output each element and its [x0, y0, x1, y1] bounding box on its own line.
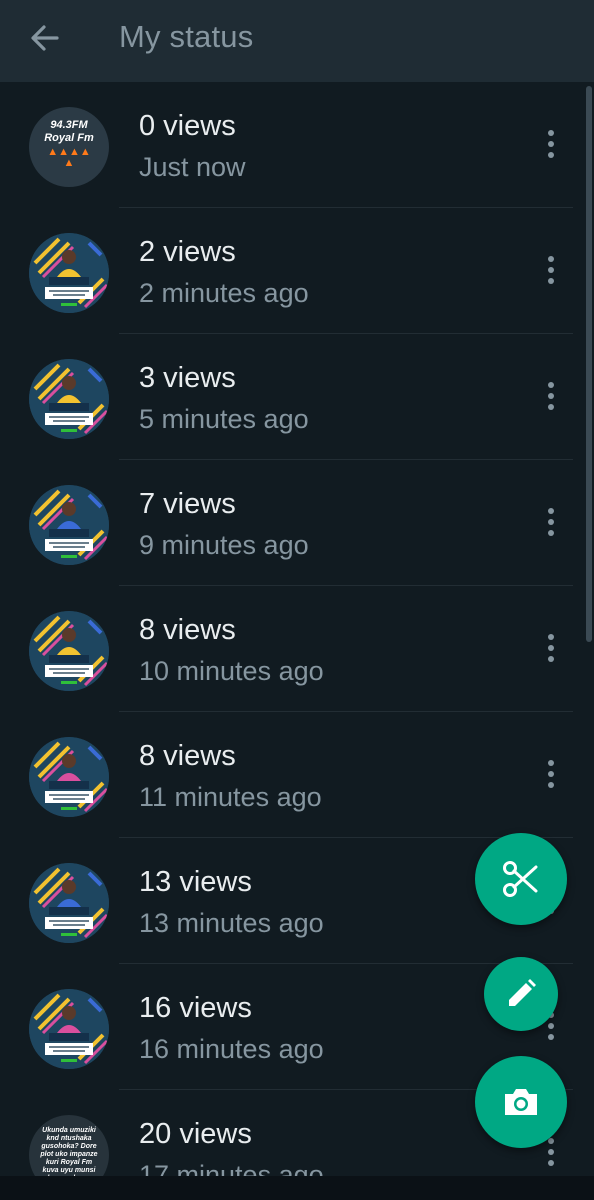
- status-row[interactable]: 8 views 11 minutes ago: [0, 712, 594, 838]
- more-options-button[interactable]: [536, 756, 566, 792]
- poster-thumbnail-image: [29, 989, 109, 1069]
- view-count: 3 views: [139, 362, 236, 394]
- status-thumbnail[interactable]: [29, 359, 109, 439]
- thumbnail-text: Ukunda umuziki knd ntushaka gusohoka? Do…: [40, 1127, 98, 1176]
- more-options-button[interactable]: [536, 126, 566, 162]
- camera-fab[interactable]: [475, 1056, 567, 1148]
- status-thumbnail[interactable]: [29, 863, 109, 943]
- more-options-button[interactable]: [536, 504, 566, 540]
- poster-thumbnail-image: [29, 611, 109, 691]
- status-thumbnail[interactable]: Ukunda umuziki knd ntushaka gusohoka? Do…: [29, 1115, 109, 1176]
- status-row[interactable]: 3 views 5 minutes ago: [0, 334, 594, 460]
- app-bar: My status: [0, 0, 594, 82]
- scissors-icon: [503, 861, 538, 897]
- more-options-button[interactable]: [536, 630, 566, 666]
- view-count: 2 views: [139, 236, 236, 268]
- more-vertical-icon: [548, 508, 554, 536]
- status-thumbnail[interactable]: [29, 485, 109, 565]
- page-title: My status: [119, 19, 254, 54]
- status-time: Just now: [139, 152, 246, 182]
- view-count: 8 views: [139, 740, 236, 772]
- view-count: 7 views: [139, 488, 236, 520]
- status-thumbnail[interactable]: [29, 233, 109, 313]
- view-count: 0 views: [139, 110, 236, 142]
- status-thumbnail[interactable]: 94.3FM Royal Fm ▲▲▲▲ ▲: [29, 107, 109, 187]
- more-options-button[interactable]: [536, 252, 566, 288]
- status-time: 5 minutes ago: [139, 404, 309, 434]
- status-thumbnail[interactable]: [29, 737, 109, 817]
- thumbnail-station-name: Royal Fm: [44, 132, 94, 144]
- bottom-strip: [0, 1176, 594, 1200]
- more-vertical-icon: [548, 382, 554, 410]
- status-time: 11 minutes ago: [139, 782, 322, 812]
- status-time: 16 minutes ago: [139, 1034, 324, 1064]
- camera-icon: [505, 1089, 537, 1115]
- view-count: 20 views: [139, 1118, 252, 1150]
- more-vertical-icon: [548, 130, 554, 158]
- pencil-icon: [509, 979, 536, 1006]
- status-row[interactable]: 7 views 9 minutes ago: [0, 460, 594, 586]
- status-row[interactable]: 8 views 10 minutes ago: [0, 586, 594, 712]
- status-time: 13 minutes ago: [139, 908, 324, 938]
- status-time: 2 minutes ago: [139, 278, 309, 308]
- view-count: 8 views: [139, 614, 236, 646]
- poster-thumbnail-image: [29, 863, 109, 943]
- poster-thumbnail-image: [29, 359, 109, 439]
- status-thumbnail[interactable]: [29, 611, 109, 691]
- fire-emoji-icon: ▲▲▲▲ ▲: [47, 146, 91, 169]
- status-time: 9 minutes ago: [139, 530, 309, 560]
- more-vertical-icon: [548, 760, 554, 788]
- poster-thumbnail-image: [29, 737, 109, 817]
- thumbnail-station-frequency: 94.3FM: [50, 119, 88, 131]
- view-count: 13 views: [139, 866, 252, 898]
- view-count: 16 views: [139, 992, 252, 1024]
- scrollbar[interactable]: [586, 86, 592, 642]
- more-vertical-icon: [548, 634, 554, 662]
- poster-thumbnail-image: [29, 485, 109, 565]
- pencil-fab[interactable]: [484, 957, 558, 1031]
- back-button[interactable]: [26, 20, 66, 56]
- poster-thumbnail-image: [29, 233, 109, 313]
- more-vertical-icon: [548, 256, 554, 284]
- more-options-button[interactable]: [536, 378, 566, 414]
- back-arrow-icon: [31, 25, 59, 51]
- scissors-fab[interactable]: [475, 833, 567, 925]
- status-row[interactable]: 2 views 2 minutes ago: [0, 208, 594, 334]
- status-row[interactable]: 94.3FM Royal Fm ▲▲▲▲ ▲ 0 views Just now: [0, 82, 594, 208]
- status-time: 10 minutes ago: [139, 656, 324, 686]
- status-time: 17 minutes ago: [139, 1160, 324, 1176]
- status-thumbnail[interactable]: [29, 989, 109, 1069]
